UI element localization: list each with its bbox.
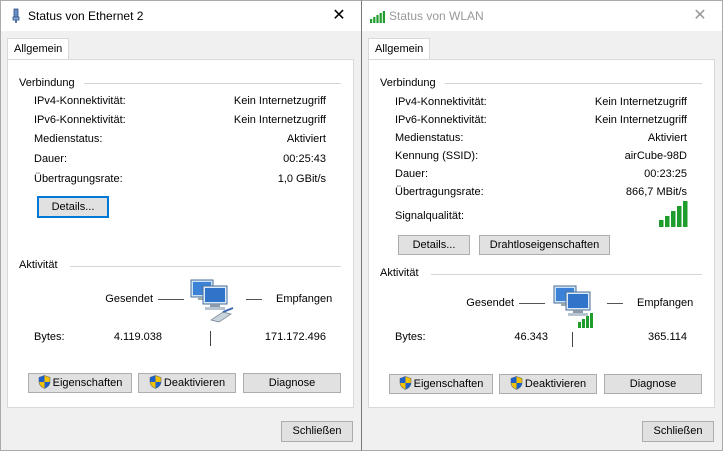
group-activity-label: Aktivität <box>380 267 419 279</box>
row-label: IPv6-Konnektivität: <box>395 114 487 126</box>
network-computers-icon <box>190 279 234 323</box>
bytes-divider <box>210 331 211 346</box>
sent-line <box>519 303 545 304</box>
bytes-divider <box>572 332 573 347</box>
row-value: Kein Internetzugriff <box>233 114 326 126</box>
row-value: airCube-98D <box>624 150 687 162</box>
row-label: Medienstatus: <box>34 133 103 145</box>
diagnose-button[interactable]: Diagnose <box>243 373 341 393</box>
bytes-label: Bytes: <box>34 331 65 343</box>
row-label: Übertragungsrate: <box>34 173 123 185</box>
properties-button[interactable]: Eigenschaften <box>389 374 493 394</box>
properties-label: Eigenschaften <box>413 378 484 390</box>
wifi-signal-icon <box>370 11 385 23</box>
uac-shield-icon <box>510 376 523 390</box>
details-button[interactable]: Details... <box>398 235 470 255</box>
row-label: IPv4-Konnektivität: <box>34 95 126 107</box>
sent-label: Gesendet <box>466 297 514 309</box>
bytes-sent-value: 4.119.038 <box>113 331 162 343</box>
received-line <box>246 299 262 300</box>
group-divider <box>84 83 341 84</box>
row-value: 1,0 GBit/s <box>277 173 326 185</box>
uac-shield-icon <box>38 375 50 389</box>
uac-shield-icon <box>149 375 162 389</box>
row-label: Übertragungsrate: <box>395 186 484 198</box>
row-value: 866,7 MBit/s <box>625 186 687 198</box>
row-value: Aktiviert <box>647 132 687 144</box>
group-divider <box>431 274 702 275</box>
group-divider <box>445 83 702 84</box>
close-button[interactable]: Schließen <box>642 421 714 442</box>
general-panel: Verbindung IPv4-Konnektivität: Kein Inte… <box>368 59 715 408</box>
group-divider <box>70 266 341 267</box>
ethernet-icon <box>12 8 20 23</box>
bytes-sent-value: 46.343 <box>514 331 548 343</box>
group-connection-label: Verbindung <box>380 77 436 89</box>
row-label: Dauer: <box>34 153 68 165</box>
diagnose-button[interactable]: Diagnose <box>604 374 702 394</box>
row-label: Medienstatus: <box>395 132 464 144</box>
row-label: IPv6-Konnektivität: <box>34 114 126 126</box>
network-computers-icon <box>553 285 593 328</box>
received-line <box>607 303 623 304</box>
received-label: Empfangen <box>637 297 694 309</box>
sent-label: Gesendet <box>105 293 153 305</box>
wlan-status-dialog: Status von WLAN ✕ Allgemein Verbindung I… <box>361 0 723 451</box>
signal-bars-icon <box>659 201 688 227</box>
details-button[interactable]: Details... <box>37 196 109 218</box>
row-value: Kein Internetzugriff <box>594 114 687 126</box>
signal-quality-label: Signalqualität: <box>395 210 465 222</box>
row-value: Kein Internetzugriff <box>233 95 326 107</box>
window-title: Status von Ethernet 2 <box>28 9 144 23</box>
group-connection-label: Verbindung <box>19 77 75 89</box>
bytes-received-value: 171.172.496 <box>264 331 326 343</box>
row-value: Aktiviert <box>286 133 326 145</box>
row-value: 00:25:43 <box>283 153 326 165</box>
row-label: Kennung (SSID): <box>395 150 479 162</box>
row-value: Kein Internetzugriff <box>594 96 687 108</box>
close-icon[interactable]: ✕ <box>678 1 722 31</box>
close-button[interactable]: Schließen <box>281 421 353 442</box>
deactivate-button[interactable]: Deaktivieren <box>138 373 236 393</box>
bytes-received-value: 365.114 <box>648 331 687 343</box>
properties-label: Eigenschaften <box>52 377 123 389</box>
tab-general[interactable]: Allgemein <box>368 38 431 61</box>
row-label: Dauer: <box>395 168 429 180</box>
row-value: 00:23:25 <box>644 168 687 180</box>
ethernet-status-dialog: Status von Ethernet 2 ✕ Allgemein Verbin… <box>0 0 362 451</box>
deactivate-label: Deaktivieren <box>524 378 587 390</box>
tab-general[interactable]: Allgemein <box>7 38 70 61</box>
row-label: IPv4-Konnektivität: <box>395 96 487 108</box>
deactivate-button[interactable]: Deaktivieren <box>499 374 597 394</box>
group-activity-label: Aktivität <box>19 259 58 271</box>
title-bar: Status von WLAN ✕ <box>362 1 722 31</box>
general-panel: Verbindung IPv4-Konnektivität: Kein Inte… <box>7 59 354 408</box>
title-bar: Status von Ethernet 2 ✕ <box>1 1 361 31</box>
sent-line <box>158 299 184 300</box>
close-icon[interactable]: ✕ <box>317 1 361 31</box>
uac-shield-icon <box>399 376 411 390</box>
window-title: Status von WLAN <box>389 9 484 23</box>
bytes-label: Bytes: <box>395 331 426 343</box>
properties-button[interactable]: Eigenschaften <box>28 373 132 393</box>
wireless-properties-button[interactable]: Drahtloseigenschaften <box>479 235 610 255</box>
received-label: Empfangen <box>276 293 333 305</box>
deactivate-label: Deaktivieren <box>163 377 226 389</box>
